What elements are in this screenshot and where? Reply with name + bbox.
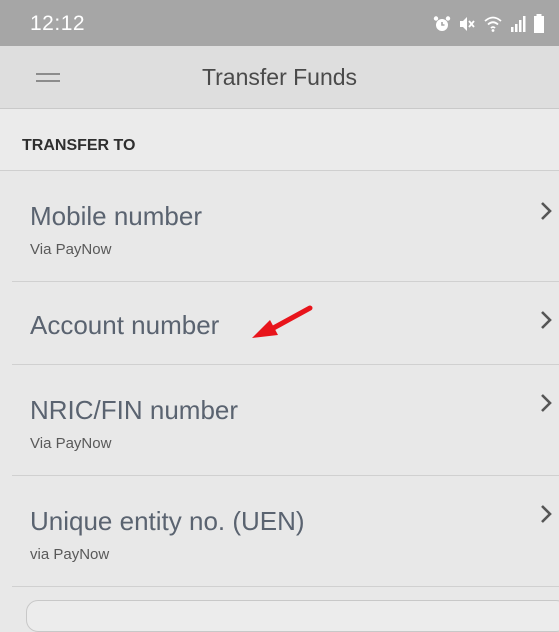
section-label: TRANSFER TO (22, 137, 136, 154)
chevron-right-icon (541, 394, 552, 412)
option-title: Mobile number (30, 201, 202, 231)
status-icons (433, 14, 545, 34)
option-mobile-number[interactable]: Mobile number Via PayNow (12, 171, 559, 282)
chevron-right-icon (541, 202, 552, 220)
option-uen[interactable]: Unique entity no. (UEN) via PayNow (12, 476, 559, 587)
option-subtitle: Via PayNow (30, 241, 112, 258)
option-title: Account number (30, 310, 220, 340)
mute-icon (460, 17, 475, 31)
option-subtitle: via PayNow (30, 546, 110, 563)
transfer-options-list: Mobile number Via PayNow Account number … (12, 171, 559, 587)
bottom-panel (26, 600, 559, 632)
alarm-icon (433, 16, 451, 31)
signal-icon (511, 16, 526, 32)
section-header: TRANSFER TO (0, 109, 559, 171)
option-title: NRIC/FIN number (30, 395, 239, 425)
wifi-icon (484, 16, 502, 32)
option-account-number[interactable]: Account number (12, 282, 559, 365)
chevron-right-icon (541, 505, 552, 523)
page-title: Transfer Funds (201, 64, 358, 90)
status-time: 12:12 (30, 12, 86, 35)
red-arrow-annotation (252, 305, 313, 338)
chevron-right-icon (541, 311, 552, 329)
option-subtitle: Via PayNow (30, 435, 112, 452)
option-title: Unique entity no. (UEN) (30, 506, 305, 536)
status-bar: 12:12 (0, 0, 559, 46)
option-nric-fin-number[interactable]: NRIC/FIN number Via PayNow (12, 365, 559, 476)
battery-icon (534, 14, 544, 33)
app-bar: Transfer Funds (0, 46, 559, 109)
